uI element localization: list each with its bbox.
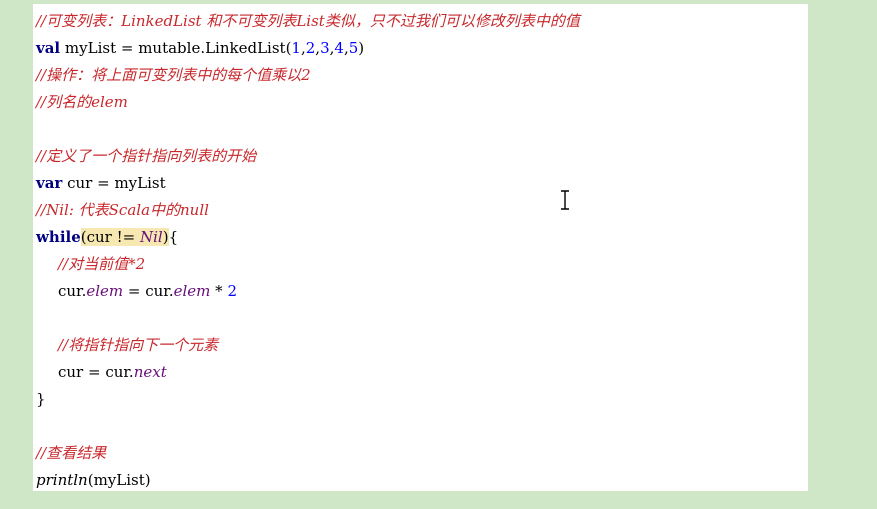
while-condition: cur != — [86, 228, 140, 246]
code-line-2: val myList = mutable.LinkedList(1,2,3,4,… — [36, 39, 365, 57]
number-literal: 4 — [334, 39, 344, 57]
code-line-5-blank — [36, 116, 808, 143]
code-line-8: //Nil: 代表Scala中的null — [36, 197, 808, 224]
code-content[interactable]: //可变列表：LinkedList 和不可变列表List类似，只不过我们可以修改… — [36, 8, 808, 494]
comment-result: //查看结果 — [36, 444, 107, 462]
code-line-6: //定义了一个指针指向列表的开始 — [36, 143, 808, 170]
number-literal: 2 — [305, 39, 316, 57]
code-line-16-blank — [36, 413, 808, 440]
comment-double: //对当前值*2 — [58, 255, 146, 273]
number-literal: 1 — [291, 39, 301, 57]
cur-ref: cur. — [58, 282, 87, 300]
comment-nil: //Nil: 代表Scala中的null — [36, 201, 209, 219]
number-literal: 3 — [320, 39, 330, 57]
keyword-val: val — [36, 39, 61, 57]
page-background: //可变列表：LinkedList 和不可变列表List类似，只不过我们可以修改… — [0, 0, 877, 509]
elem-field: elem — [173, 282, 211, 300]
next-field: next — [133, 363, 167, 381]
code-line-14: cur = cur.next — [36, 359, 808, 386]
comment-next: //将指针指向下一个元素 — [58, 336, 219, 354]
paren-open-highlight: ( — [80, 228, 87, 246]
println-args: (myList) — [87, 471, 151, 489]
cur-assign: cur = cur. — [58, 363, 134, 381]
code-line-17: //查看结果 — [36, 440, 808, 467]
comment-mutable-list: //可变列表：LinkedList 和不可变列表List类似，只不过我们可以修改… — [36, 12, 580, 30]
cur-declaration: cur = myList — [62, 174, 166, 192]
code-line-18: println(myList) — [36, 467, 808, 494]
code-line-3: //操作：将上面可变列表中的每个值乘以2 — [36, 62, 808, 89]
println-call: println — [36, 471, 88, 489]
code-line-13: //将指针指向下一个元素 — [36, 332, 808, 359]
code-line-1: //可变列表：LinkedList 和不可变列表List类似，只不过我们可以修改… — [36, 8, 808, 35]
code-line-9: while(cur != Nil){ — [36, 224, 808, 251]
code-line-10: //对当前值*2 — [36, 251, 808, 278]
code-editor[interactable]: //可变列表：LinkedList 和不可变列表List类似，只不过我们可以修改… — [33, 4, 808, 491]
assign-cur: = cur. — [123, 282, 174, 300]
nil-constant: Nil — [140, 228, 163, 246]
number-literal: 2 — [227, 282, 237, 300]
brace-close: } — [36, 390, 46, 408]
mylist-declaration: myList = mutable.LinkedList( — [60, 39, 292, 57]
elem-field: elem — [86, 282, 124, 300]
code-line-4: //列名的elem — [36, 89, 808, 116]
code-line-15: } — [36, 386, 808, 413]
code-line-12-blank — [36, 305, 808, 332]
keyword-while: while — [36, 228, 81, 246]
code-line-7: var cur = myList — [36, 170, 808, 197]
brace-open: { — [168, 228, 179, 246]
number-literal: 5 — [348, 39, 359, 57]
comment-pointer: //定义了一个指针指向列表的开始 — [36, 147, 257, 165]
keyword-var: var — [36, 174, 63, 192]
comment-elem: //列名的elem — [36, 93, 128, 111]
text-ibeam-cursor-icon — [561, 190, 569, 210]
multiply-operator: * — [210, 282, 228, 300]
comment-operation: //操作：将上面可变列表中的每个值乘以2 — [36, 66, 311, 84]
code-line-11: cur.elem = cur.elem * 2 — [36, 278, 808, 305]
